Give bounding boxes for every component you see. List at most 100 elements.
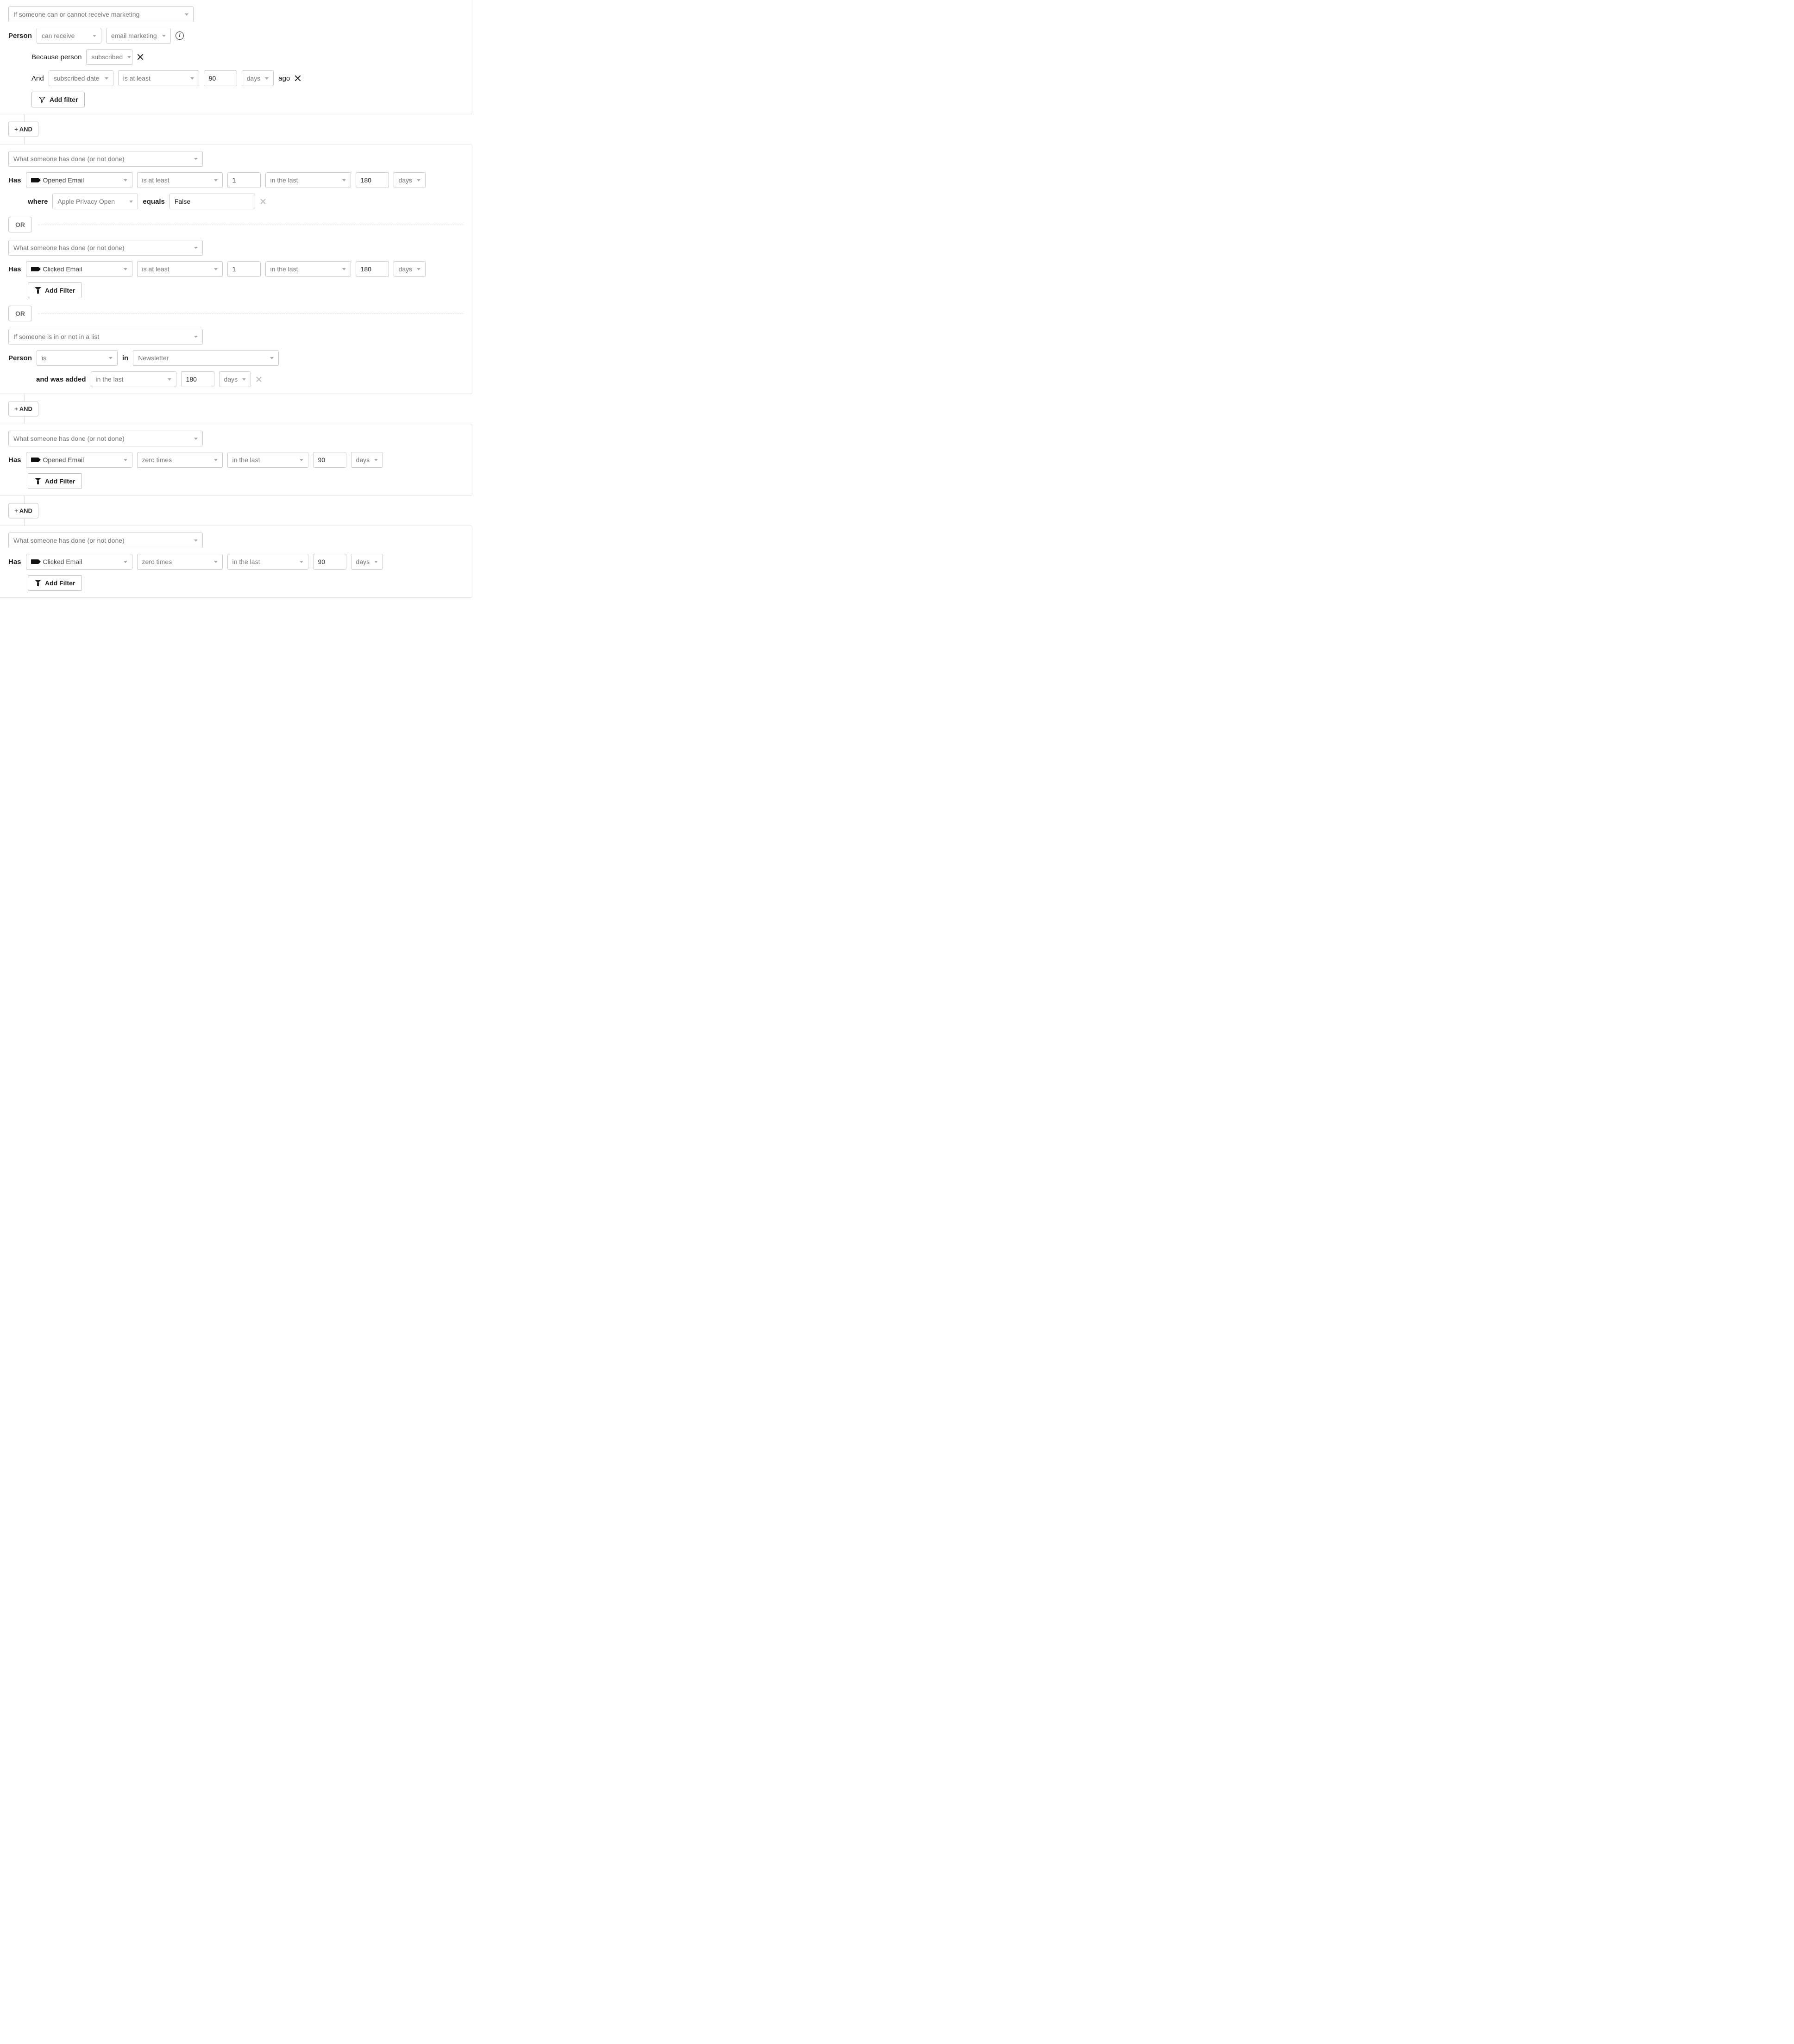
- add-filter-button[interactable]: Add Filter: [28, 282, 82, 298]
- add-filter-button[interactable]: Add Filter: [28, 575, 82, 591]
- because-select[interactable]: subscribed: [86, 49, 132, 65]
- info-icon[interactable]: i: [176, 31, 184, 40]
- or-button[interactable]: OR: [8, 217, 32, 232]
- and-connector: + AND: [0, 394, 472, 424]
- because-value: subscribed: [91, 53, 123, 61]
- event-select[interactable]: Opened Email: [26, 452, 132, 468]
- event-select[interactable]: Clicked Email: [26, 554, 132, 570]
- event-value: Clicked Email: [43, 265, 82, 273]
- condition-group-4: What someone has done (or not done) Has …: [0, 526, 472, 598]
- range-num-value: 90: [318, 558, 326, 565]
- chevron-down-icon: [214, 561, 218, 563]
- range-select[interactable]: in the last: [91, 371, 176, 387]
- range-num-input[interactable]: 90: [313, 452, 346, 468]
- range-select[interactable]: in the last: [227, 452, 308, 468]
- where-attr-select[interactable]: Apple Privacy Open: [52, 194, 138, 209]
- chevron-down-icon: [124, 459, 127, 461]
- add-filter-label: Add Filter: [45, 579, 75, 587]
- range-num-input[interactable]: 180: [356, 261, 389, 277]
- count-op-select[interactable]: zero times: [137, 554, 223, 570]
- can-receive-select[interactable]: can receive: [37, 28, 101, 44]
- condition-type-select[interactable]: What someone has done (or not done): [8, 151, 203, 167]
- chevron-down-icon: [300, 561, 303, 563]
- count-op-select[interactable]: zero times: [137, 452, 223, 468]
- condition-type-select[interactable]: What someone has done (or not done): [8, 533, 203, 548]
- list-select[interactable]: Newsletter: [133, 350, 279, 366]
- unit-select[interactable]: days: [351, 452, 383, 468]
- range-select[interactable]: in the last: [265, 172, 351, 188]
- condition-type-label: If someone is in or not in a list: [13, 333, 99, 340]
- range-num-input[interactable]: 180: [181, 371, 214, 387]
- unit-select[interactable]: days: [394, 172, 426, 188]
- subject-label: Person: [8, 354, 32, 362]
- chevron-down-icon: [214, 179, 218, 182]
- chevron-down-icon: [194, 438, 198, 440]
- attribute-value: subscribed date: [54, 75, 100, 82]
- remove-icon[interactable]: [260, 198, 266, 205]
- unit-select[interactable]: days: [394, 261, 426, 277]
- unit-select[interactable]: days: [219, 371, 251, 387]
- because-label: Because person: [31, 53, 82, 61]
- operator-select[interactable]: is at least: [118, 70, 199, 86]
- chevron-down-icon: [194, 247, 198, 249]
- range-select[interactable]: in the last: [265, 261, 351, 277]
- where-label: where: [28, 198, 48, 206]
- count-input[interactable]: 1: [227, 261, 261, 277]
- chevron-down-icon: [374, 459, 378, 461]
- or-button[interactable]: OR: [8, 306, 32, 321]
- filter-icon: [35, 287, 41, 294]
- verb-value: is: [42, 354, 46, 362]
- chevron-down-icon: [270, 357, 274, 359]
- attribute-select[interactable]: subscribed date: [49, 70, 113, 86]
- event-select[interactable]: Clicked Email: [26, 261, 132, 277]
- unit-value: days: [224, 376, 238, 383]
- remove-icon[interactable]: [137, 54, 144, 60]
- where-attr-value: Apple Privacy Open: [57, 198, 115, 205]
- add-filter-button[interactable]: Add filter: [31, 92, 85, 107]
- condition-type-select[interactable]: If someone is in or not in a list: [8, 329, 203, 345]
- chevron-down-icon: [417, 268, 420, 270]
- ago-label: ago: [278, 75, 290, 82]
- chevron-down-icon: [124, 268, 127, 270]
- equals-label: equals: [143, 198, 165, 206]
- range-num-input[interactable]: 90: [313, 554, 346, 570]
- range-value: in the last: [270, 265, 298, 273]
- channel-select[interactable]: email marketing: [106, 28, 171, 44]
- remove-icon[interactable]: [256, 376, 262, 382]
- event-value: Clicked Email: [43, 558, 82, 565]
- chevron-down-icon: [129, 201, 133, 203]
- where-value: False: [175, 198, 190, 205]
- count-op-select[interactable]: is at least: [137, 261, 223, 277]
- chevron-down-icon: [194, 158, 198, 160]
- event-select[interactable]: Opened Email: [26, 172, 132, 188]
- chevron-down-icon: [190, 77, 194, 80]
- count-input[interactable]: 1: [227, 172, 261, 188]
- and-button[interactable]: + AND: [8, 122, 38, 137]
- number-input[interactable]: 90: [204, 70, 237, 86]
- condition-type-select[interactable]: What someone has done (or not done): [8, 240, 203, 256]
- count-op-select[interactable]: is at least: [137, 172, 223, 188]
- add-filter-label: Add Filter: [45, 477, 75, 485]
- and-button[interactable]: + AND: [8, 503, 38, 519]
- and-button[interactable]: + AND: [8, 401, 38, 417]
- added-label: and was added: [36, 376, 86, 383]
- range-num-input[interactable]: 180: [356, 172, 389, 188]
- range-num-value: 180: [361, 176, 371, 184]
- count-value: 1: [232, 265, 236, 273]
- condition-type-select[interactable]: What someone has done (or not done): [8, 431, 203, 446]
- condition-type-select[interactable]: If someone can or cannot receive marketi…: [8, 6, 194, 22]
- verb-select[interactable]: is: [37, 350, 118, 366]
- count-op-value: is at least: [142, 265, 169, 273]
- add-filter-button[interactable]: Add Filter: [28, 473, 82, 489]
- range-value: in the last: [96, 376, 124, 383]
- unit-select[interactable]: days: [242, 70, 274, 86]
- chevron-down-icon: [214, 268, 218, 270]
- remove-icon[interactable]: [295, 75, 301, 82]
- tag-icon: [31, 559, 38, 564]
- divider: [38, 313, 464, 314]
- range-select[interactable]: in the last: [227, 554, 308, 570]
- unit-select[interactable]: days: [351, 554, 383, 570]
- where-value-input[interactable]: False: [169, 194, 255, 209]
- chevron-down-icon: [162, 35, 166, 37]
- range-value: in the last: [232, 456, 260, 464]
